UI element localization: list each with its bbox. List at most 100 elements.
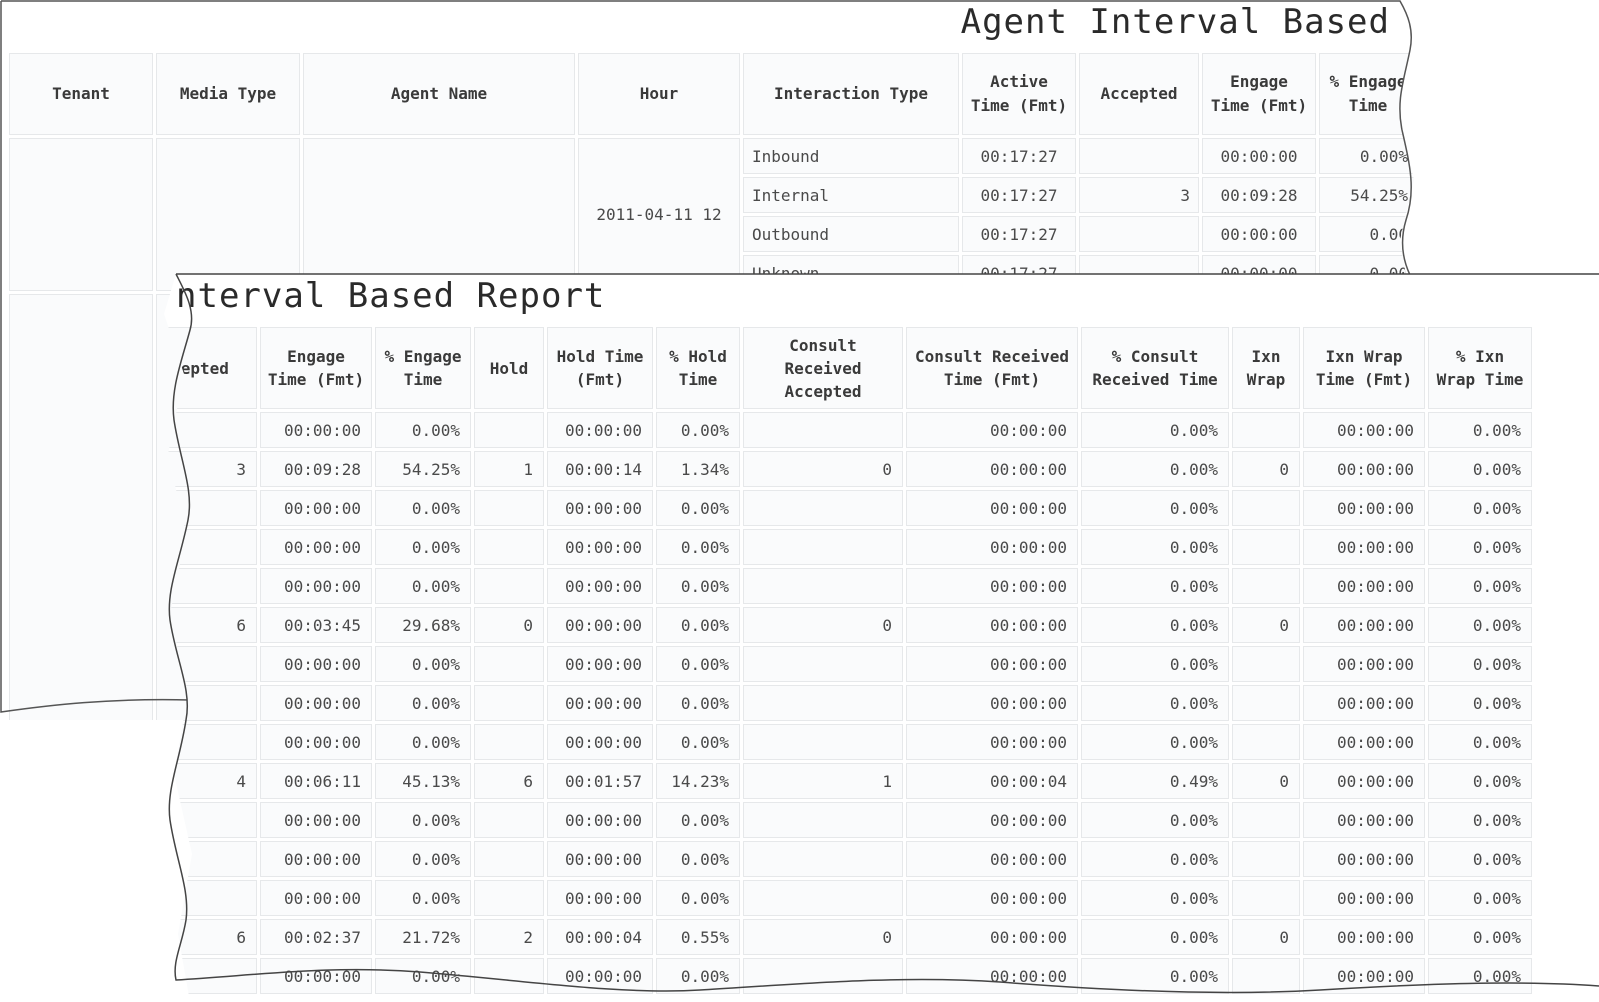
pct-ixn-wrap-cell: 0.00% (1428, 802, 1532, 838)
pct-engage-cell: 0.00% (375, 685, 471, 721)
ixn-wrap-cell: 0 (1232, 763, 1300, 799)
hold-cell: 1 (474, 451, 544, 487)
active-time-cell: 00:17:27 (962, 216, 1076, 252)
consult-accepted-cell (743, 646, 903, 682)
hold-time-cell: 00:00:00 (547, 724, 653, 760)
col-header-media-type: Media Type (156, 53, 300, 135)
pct-engage-cell: 0.00% (375, 568, 471, 604)
col-header-active-time: Active Time (Fmt) (962, 53, 1076, 135)
engage-time-cell: 00:00:00 (260, 958, 372, 994)
accepted-cell: 4 (164, 763, 257, 799)
front-report-title: nterval Based Report (176, 276, 606, 316)
pct-engage-cell: 0.00% (375, 958, 471, 994)
ixn-wrap-cell: 0 (1232, 451, 1300, 487)
pct-consult-cell: 0.00% (1081, 529, 1229, 565)
hold-cell (474, 646, 544, 682)
consult-time-cell: 00:00:00 (906, 412, 1078, 448)
ixn-wrap-time-cell: 00:00:00 (1303, 958, 1425, 994)
active-time-cell: 00:17:27 (962, 177, 1076, 213)
consult-time-cell: 00:00:00 (906, 841, 1078, 877)
pct-ixn-wrap-cell: 0.00% (1428, 607, 1532, 643)
pct-engage-cell: 0.00% (375, 841, 471, 877)
hour-cell: 2011-04-11 12 (578, 138, 740, 291)
pct-engage-cell: 54.25% (375, 451, 471, 487)
table-row: 3 00:09:28 54.25% 1 00:00:14 1.34% 0 00:00:00 0.… (164, 451, 1532, 487)
interaction-type-cell: Inbound (743, 138, 959, 174)
hold-time-cell: 00:00:00 (547, 412, 653, 448)
consult-time-cell: 00:00:00 (906, 646, 1078, 682)
ixn-wrap-time-cell: 00:00:00 (1303, 529, 1425, 565)
accepted-cell (1079, 138, 1199, 174)
ixn-wrap-cell: 0 (1232, 919, 1300, 955)
engage-time-cell: 00:00:00 (260, 412, 372, 448)
hold-cell (474, 880, 544, 916)
pct-consult-cell: 0.00% (1081, 802, 1229, 838)
pct-consult-cell: 0.00% (1081, 646, 1229, 682)
engage-time-cell: 00:03:45 (260, 607, 372, 643)
pct-ixn-wrap-cell: 0.00% (1428, 451, 1532, 487)
engage-time-cell: 00:00:00 (260, 646, 372, 682)
accepted-cell: 6 (164, 919, 257, 955)
engage-time-cell: 00:09:28 (1202, 177, 1316, 213)
col-header-pct-consult-received-time: % Consult Received Time (1081, 327, 1229, 409)
ixn-wrap-time-cell: 00:00:00 (1303, 451, 1425, 487)
pct-consult-cell: 0.00% (1081, 919, 1229, 955)
hold-time-cell: 00:00:04 (547, 919, 653, 955)
pct-ixn-wrap-cell: 0.00% (1428, 490, 1532, 526)
consult-time-cell: 00:00:00 (906, 529, 1078, 565)
hold-time-cell: 00:00:00 (547, 607, 653, 643)
consult-time-cell: 00:00:00 (906, 451, 1078, 487)
hold-time-cell: 00:01:57 (547, 763, 653, 799)
pct-engage-cell: 0.00 (1319, 216, 1417, 252)
table-row: 00:00:00 0.00% 00:00:00 0.00% 00:00:00 0.00% 0… (164, 958, 1532, 994)
ixn-wrap-cell (1232, 685, 1300, 721)
ixn-wrap-cell (1232, 841, 1300, 877)
table-row: 6 00:03:45 29.68% 0 00:00:00 0.00% 0 00:00:00 0.… (164, 607, 1532, 643)
col-header-consult-received-time: Consult Received Time (Fmt) (906, 327, 1078, 409)
engage-time-cell: 00:09:28 (260, 451, 372, 487)
pct-ixn-wrap-cell: 0.00% (1428, 841, 1532, 877)
pct-ixn-wrap-cell: 0.00% (1428, 763, 1532, 799)
pct-hold-cell: 1.34% (656, 451, 740, 487)
table-row: 2011-04-11 12 Inbound 00:17:27 00:00:00 … (9, 138, 1417, 291)
consult-accepted-cell: 0 (743, 919, 903, 955)
col-header-consult-received-accepted: Consult Received Accepted (743, 327, 903, 409)
hold-cell (474, 802, 544, 838)
hold-cell (474, 529, 544, 565)
pct-consult-cell: 0.00% (1081, 607, 1229, 643)
consult-accepted-cell (743, 412, 903, 448)
engage-time-cell: 00:00:00 (260, 529, 372, 565)
hold-time-cell: 00:00:14 (547, 451, 653, 487)
pct-engage-cell: 29.68% (375, 607, 471, 643)
hold-cell: 0 (474, 607, 544, 643)
col-header-pct-engage-time: % Engage Time (1319, 53, 1417, 135)
table-row: 00:00:00 0.00% 00:00:00 0.00% 00:00:00 0.00% 0… (164, 880, 1532, 916)
consult-accepted-cell (743, 529, 903, 565)
consult-time-cell: 00:00:00 (906, 880, 1078, 916)
consult-time-cell: 00:00:00 (906, 490, 1078, 526)
ixn-wrap-time-cell: 00:00:00 (1303, 880, 1425, 916)
ixn-wrap-cell (1232, 490, 1300, 526)
pct-hold-cell: 0.00% (656, 490, 740, 526)
pct-hold-cell: 0.00% (656, 841, 740, 877)
pct-hold-cell: 0.00% (656, 958, 740, 994)
col-header-pct-ixn-wrap-time: % Ixn Wrap Time (1428, 327, 1532, 409)
accepted-cell (164, 802, 257, 838)
hold-time-cell: 00:00:00 (547, 958, 653, 994)
engage-time-cell: 00:00:00 (260, 568, 372, 604)
consult-accepted-cell (743, 841, 903, 877)
ixn-wrap-cell: 0 (1232, 607, 1300, 643)
engage-time-cell: 00:00:00 (1202, 138, 1316, 174)
pct-consult-cell: 0.49% (1081, 763, 1229, 799)
pct-consult-cell: 0.00% (1081, 451, 1229, 487)
ixn-wrap-time-cell: 00:00:00 (1303, 568, 1425, 604)
table-row: 6 00:02:37 21.72% 2 00:00:04 0.55% 0 00:00:00 0.… (164, 919, 1532, 955)
consult-accepted-cell (743, 490, 903, 526)
ixn-wrap-cell (1232, 724, 1300, 760)
col-header-accepted: Accepted (1079, 53, 1199, 135)
pct-consult-cell: 0.00% (1081, 841, 1229, 877)
hold-time-cell: 00:00:00 (547, 802, 653, 838)
hold-time-cell: 00:00:00 (547, 490, 653, 526)
hold-time-cell: 00:00:00 (547, 529, 653, 565)
pct-hold-cell: 0.00% (656, 646, 740, 682)
